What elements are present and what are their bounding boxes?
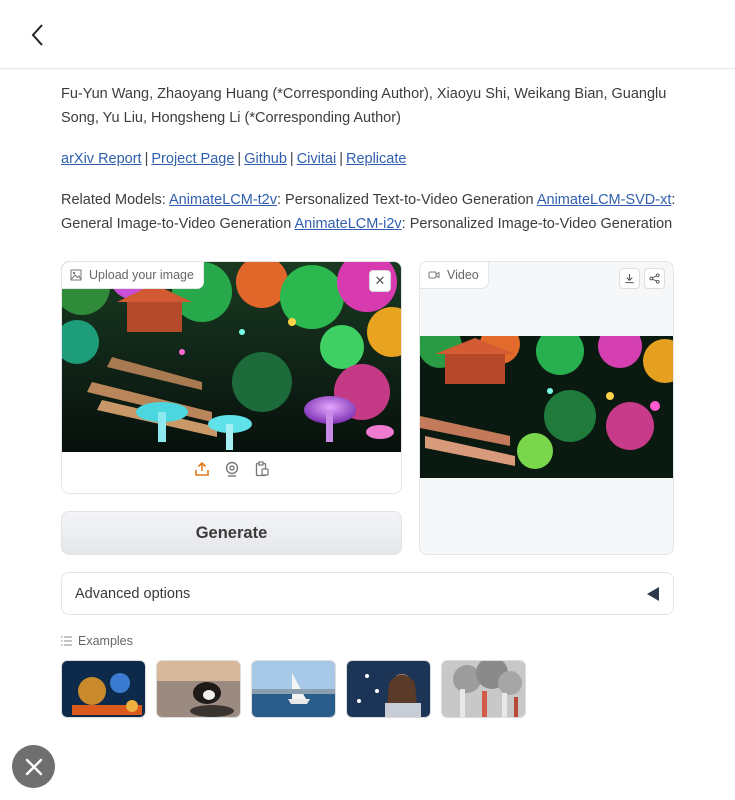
civitai-link[interactable]: Civitai bbox=[297, 151, 336, 167]
replicate-link[interactable]: Replicate bbox=[346, 151, 406, 167]
download-button[interactable] bbox=[619, 268, 640, 289]
example-image-3 bbox=[252, 661, 335, 717]
clear-image-button[interactable]: ✕ bbox=[369, 270, 391, 292]
examples-label-text: Examples bbox=[78, 634, 133, 648]
authors-text: Fu-Yun Wang, Zhaoyang Huang (*Correspond… bbox=[61, 86, 667, 126]
related-models: Related Models: AnimateLCM-t2v: Personal… bbox=[61, 188, 681, 236]
generate-button[interactable]: Generate bbox=[61, 511, 402, 555]
fantasy-garden-image bbox=[62, 262, 401, 452]
separator: | bbox=[144, 151, 149, 167]
webcam-button[interactable] bbox=[223, 460, 241, 478]
header bbox=[0, 0, 735, 69]
collapse-triangle-icon bbox=[647, 587, 659, 601]
close-overlay-button[interactable] bbox=[12, 745, 55, 788]
upload-panel: Upload your image ✕ bbox=[61, 261, 402, 494]
example-thumbnail-girl-snow[interactable] bbox=[346, 660, 431, 718]
download-icon bbox=[625, 273, 634, 284]
related-desc: : Personalized Image-to-Video Generation bbox=[401, 216, 673, 232]
example-thumbnail-gears[interactable] bbox=[61, 660, 146, 718]
upload-icon bbox=[194, 461, 209, 476]
webcam-icon bbox=[225, 461, 238, 477]
example-thumbnail-sailboat[interactable] bbox=[251, 660, 336, 718]
upload-source-toolbar bbox=[62, 460, 401, 478]
animatelcm-t2v-link[interactable]: AnimateLCM-t2v bbox=[169, 192, 277, 208]
example-image-5 bbox=[442, 661, 525, 717]
share-button[interactable] bbox=[644, 268, 665, 289]
video-preview[interactable] bbox=[420, 336, 673, 478]
upload-button[interactable] bbox=[193, 460, 211, 478]
advanced-options-accordion[interactable]: Advanced options bbox=[61, 572, 674, 615]
video-label-text: Video bbox=[447, 268, 479, 282]
examples-header: Examples bbox=[61, 634, 133, 648]
links-row: arXiv Report | Project Page | Github | Civitai… bbox=[61, 148, 406, 170]
separator: | bbox=[339, 151, 343, 167]
example-image-2 bbox=[157, 661, 240, 717]
animatelcm-svd-xt-link[interactable]: AnimateLCM-SVD-xt bbox=[537, 192, 672, 208]
video-actions bbox=[619, 268, 665, 289]
video-frame-image bbox=[420, 336, 673, 478]
back-button[interactable] bbox=[26, 22, 50, 48]
examples-gallery bbox=[61, 660, 526, 718]
example-thumbnail-smokestacks[interactable] bbox=[441, 660, 526, 718]
example-image-4 bbox=[347, 661, 430, 717]
animatelcm-i2v-link[interactable]: AnimateLCM-i2v bbox=[295, 216, 402, 232]
separator: | bbox=[237, 151, 242, 167]
arxiv-report-link[interactable]: arXiv Report bbox=[61, 151, 142, 167]
share-icon bbox=[649, 273, 660, 284]
github-link[interactable]: Github bbox=[244, 151, 287, 167]
separator: | bbox=[289, 151, 294, 167]
advanced-options-label: Advanced options bbox=[75, 586, 191, 602]
list-icon bbox=[61, 636, 72, 646]
clipboard-button[interactable] bbox=[253, 460, 271, 478]
video-label: Video bbox=[420, 262, 489, 289]
related-prefix: Related Models: bbox=[61, 192, 166, 208]
back-arrow-icon bbox=[31, 24, 43, 46]
example-thumbnail-dog[interactable] bbox=[156, 660, 241, 718]
related-desc: : Personalized Text-to-Video Generation bbox=[277, 192, 534, 208]
project-page-link[interactable]: Project Page bbox=[151, 151, 234, 167]
example-image-1 bbox=[62, 661, 145, 717]
video-camera-icon bbox=[428, 271, 440, 279]
clipboard-icon bbox=[255, 461, 269, 477]
upload-label-text: Upload your image bbox=[89, 268, 194, 282]
close-icon bbox=[25, 758, 42, 775]
image-icon bbox=[70, 269, 82, 281]
upload-label: Upload your image bbox=[62, 262, 204, 289]
video-panel: Video bbox=[419, 261, 674, 555]
uploaded-image bbox=[62, 262, 401, 452]
